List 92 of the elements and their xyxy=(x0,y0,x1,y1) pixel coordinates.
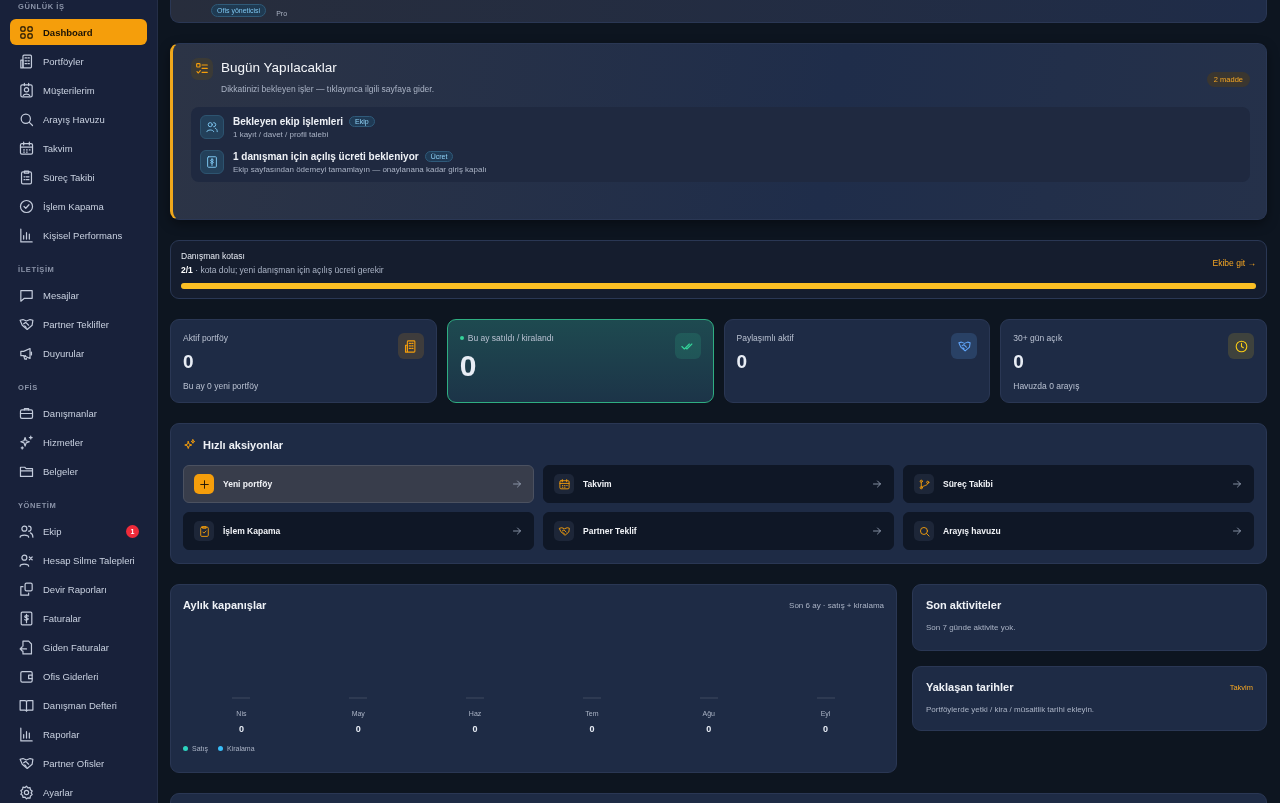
arrow-right-icon xyxy=(871,478,883,490)
quick-action-button[interactable]: İşlem Kapama xyxy=(183,512,534,550)
sidebar-item[interactable]: Takvim xyxy=(10,135,147,161)
plus-icon xyxy=(197,477,211,491)
todo-link[interactable]: Bekleyen ekip işlemleri xyxy=(233,115,344,127)
stat-value: 0 xyxy=(459,349,478,383)
arrow-right-icon xyxy=(511,478,523,490)
branch-icon xyxy=(917,477,931,491)
sidebar-item[interactable]: Danışmanlar xyxy=(10,400,147,426)
sidebar-item[interactable]: Mesajlar xyxy=(10,282,147,308)
quota-text: 2/1 · kota dolu; yeni danışman için açılış ücreti gerekir xyxy=(181,265,384,275)
building-icon xyxy=(18,52,35,70)
sidebar-item[interactable]: Devir Raporları xyxy=(10,576,147,602)
sidebar-item[interactable]: Süreç Takibi xyxy=(10,164,147,190)
todo-detail: 1 kayıt / davet / profil talebi xyxy=(233,129,330,139)
stat-note: Havuzda 0 arayış xyxy=(1013,381,1081,391)
sidebar-item[interactable]: Danışman Defteri xyxy=(10,692,147,718)
check-circle-icon xyxy=(18,197,35,215)
calendar-icon xyxy=(557,477,571,491)
stat-label: Bu ay satıldı / kiralandı xyxy=(459,333,554,343)
handshake-icon xyxy=(956,338,972,354)
stat-label: Paylaşımlı aktif xyxy=(736,333,794,343)
gear-icon xyxy=(18,783,35,801)
sparkles-icon xyxy=(183,438,197,452)
stat-note: Bu ay 0 yeni portföy xyxy=(183,381,260,391)
chart-caption: Son 6 ay · satış + kiralama xyxy=(789,600,884,610)
quick-action-button[interactable]: Arayış havuzu xyxy=(903,512,1254,550)
handshake-icon xyxy=(557,524,571,538)
quick-action-button[interactable]: Partner Teklif xyxy=(543,512,894,550)
arrow-right-icon xyxy=(511,525,523,537)
todo-detail: Ekip sayfasından ödemeyi tamamlayın — onaylanana kadar giriş kapalı xyxy=(233,164,487,174)
sidebar-item[interactable]: Raporlar xyxy=(10,721,147,747)
search-icon xyxy=(917,524,931,538)
sidebar-item[interactable]: Portföyler xyxy=(10,48,147,74)
stat-label: Aktif portföy xyxy=(183,333,228,343)
sidebar-item[interactable]: Arayış Havuzu xyxy=(10,106,147,132)
card-title: Son aktiviteler xyxy=(926,599,1003,611)
month-value: 0 xyxy=(589,724,595,734)
empty-message: Son 7 günde aktivite yok. xyxy=(926,623,1017,632)
sidebar-item[interactable]: Duyurular xyxy=(10,340,147,366)
dollar-icon xyxy=(18,609,35,627)
bar-chart-icon xyxy=(18,226,35,244)
clipboard-check-icon xyxy=(197,524,211,538)
sidebar-item[interactable]: Partner Ofisler xyxy=(10,750,147,776)
month-value: 0 xyxy=(355,724,361,734)
grid-icon xyxy=(18,23,35,41)
todo-link[interactable]: 1 danışman için açılış ücreti bekleniyor xyxy=(233,150,419,162)
stat-value: 0 xyxy=(736,351,749,373)
stat-value: 0 xyxy=(1013,351,1025,373)
quota-title: Danışman kotası xyxy=(181,251,246,261)
clipboard-icon xyxy=(18,168,35,186)
copy-icon xyxy=(18,580,35,598)
stat-value: 0 xyxy=(183,351,195,373)
users-icon xyxy=(205,120,219,134)
sidebar-item[interactable]: Müşterilerim xyxy=(10,77,147,103)
card-title: Yaklaşan tarihler xyxy=(926,681,1014,693)
month-value: 0 xyxy=(472,724,478,734)
quick-action-button[interactable]: Süreç Takibi xyxy=(903,465,1254,503)
card-title: Aylık kapanışlar xyxy=(183,599,267,611)
arrow-right-icon xyxy=(1231,525,1243,537)
bar-chart-icon xyxy=(18,725,35,743)
month-value: 0 xyxy=(238,724,244,734)
building-icon xyxy=(403,338,419,354)
sidebar-item[interactable]: Ayarlar xyxy=(10,779,147,803)
sidebar-item[interactable]: Hesap Silme Talepleri xyxy=(10,547,147,573)
sidebar-item[interactable]: Partner Teklifler xyxy=(10,311,147,337)
card-title: Hızlı aksiyonlar xyxy=(203,439,284,451)
month-value: 0 xyxy=(823,724,829,734)
clock-icon xyxy=(1233,338,1249,354)
sidebar-item[interactable]: Faturalar xyxy=(10,605,147,631)
sidebar-item[interactable]: Ofis Giderleri xyxy=(10,663,147,689)
sidebar-item[interactable]: Dashboard xyxy=(10,19,147,45)
arrow-right-icon xyxy=(1231,478,1243,490)
file-arrow-icon xyxy=(18,638,35,656)
sidebar-item[interactable]: İşlem Kapama xyxy=(10,193,147,219)
stat-label: 30+ gün açık xyxy=(1013,333,1063,343)
month-value: 0 xyxy=(706,724,712,734)
sidebar-item[interactable]: Hizmetler xyxy=(10,429,147,455)
sidebar-item[interactable]: Kişisel Performans xyxy=(10,222,147,248)
team-link[interactable]: Ekibe git → xyxy=(1212,258,1256,268)
card-title: Bugün Yapılacaklar xyxy=(221,60,338,75)
sparkle-icon xyxy=(18,433,35,451)
contact-icon xyxy=(18,81,35,99)
dollar-icon xyxy=(205,155,219,169)
quick-action-button[interactable]: Yeni portföy xyxy=(183,465,534,503)
sidebar-item[interactable]: Belgeler xyxy=(10,458,147,484)
card-subtitle: Dikkatinizi bekleyen işler — tıklayınca ilgili sayfaya gider. xyxy=(221,84,436,94)
quick-action-button[interactable]: Takvim xyxy=(543,465,894,503)
arrow-right-icon xyxy=(871,525,883,537)
calendar-icon xyxy=(18,139,35,157)
empty-message: Portföylerde yetki / kira / müsaitlik tarihi ekleyin. xyxy=(926,705,1096,714)
sidebar-item[interactable]: Giden Faturalar xyxy=(10,634,147,660)
